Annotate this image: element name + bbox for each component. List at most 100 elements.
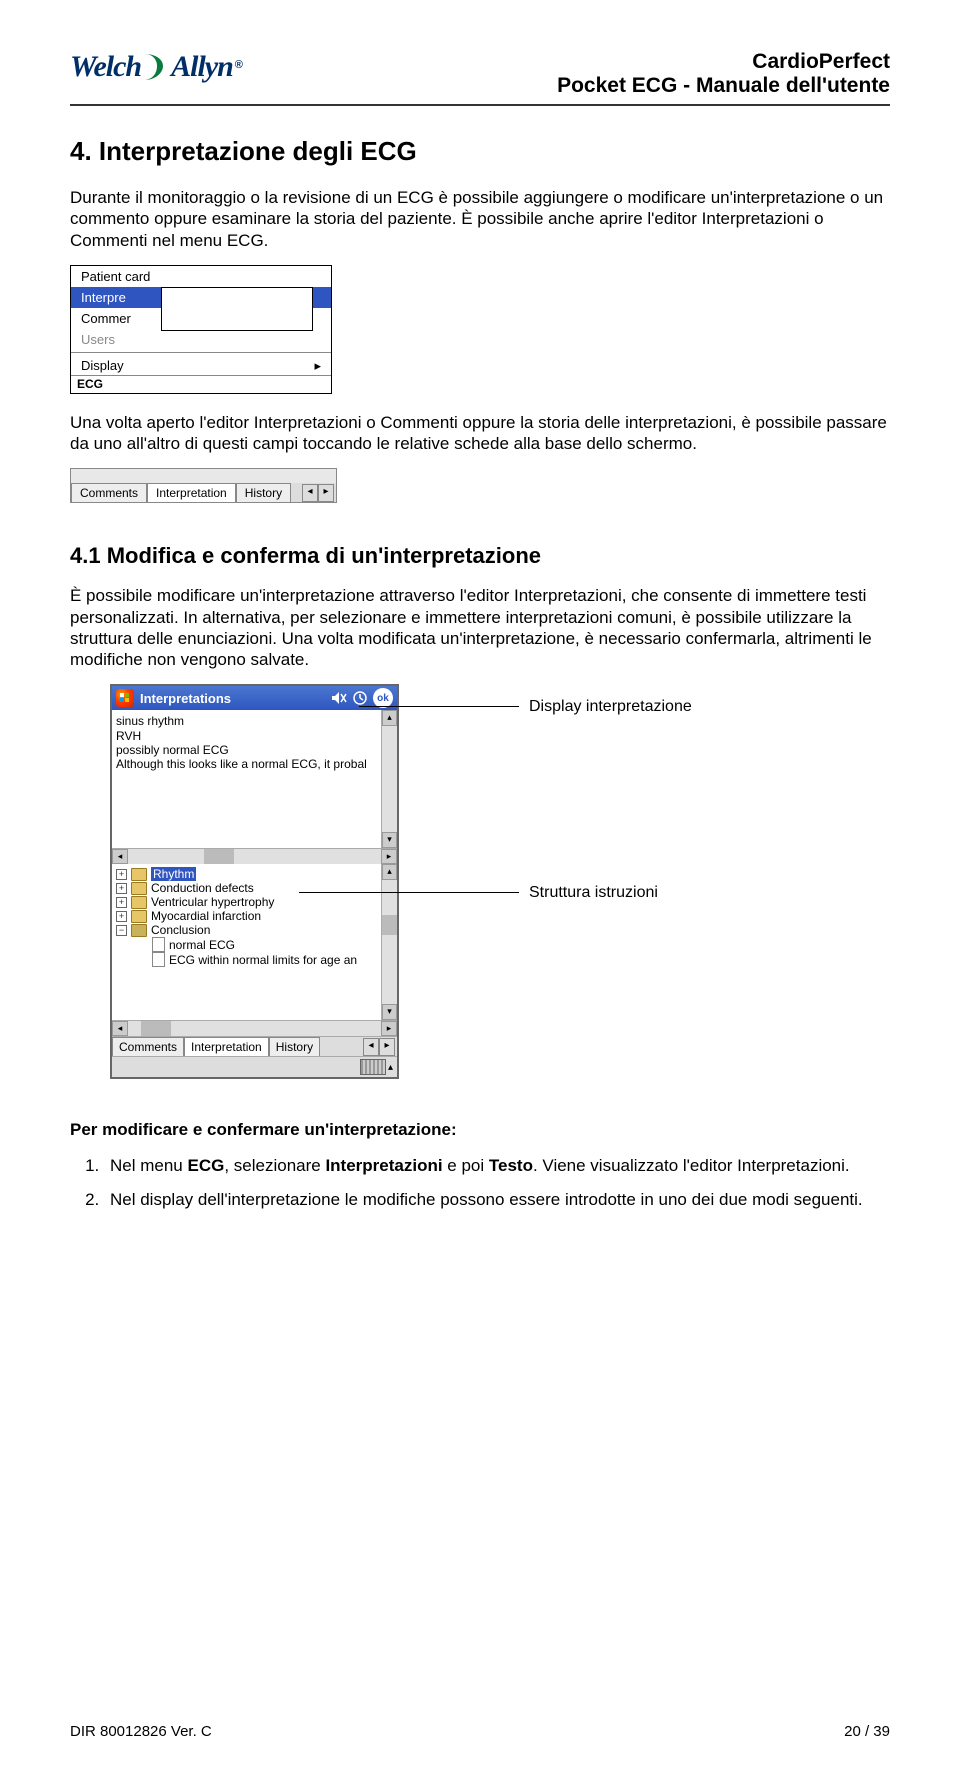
pda-tab-history[interactable]: History — [269, 1037, 320, 1056]
hscroll-thumb[interactable] — [204, 849, 234, 864]
hscroll-track[interactable] — [128, 849, 381, 864]
logo-text-right: Allyn — [171, 50, 233, 84]
scroll-thumb[interactable] — [382, 915, 397, 935]
tree-item-conclusion[interactable]: − Conclusion — [114, 923, 395, 937]
logo: Welch Allyn ® — [70, 50, 243, 84]
pda-title-text: Interpretations — [140, 691, 231, 706]
tree-leaf-normal[interactable]: normal ECG — [114, 937, 395, 952]
instruction-heading: Per modificare e confermare un'interpret… — [70, 1119, 890, 1140]
instruction-list: Nel menu ECG, selezionare Interpretazion… — [70, 1155, 890, 1213]
pda-bottombar: ▴ — [112, 1056, 397, 1077]
pda-figure: Interpretations ok sinus rhythm RVH poss… — [70, 684, 890, 1079]
interpretation-textarea[interactable]: sinus rhythm RVH possibly normal ECG Alt… — [112, 710, 397, 848]
menu-display[interactable]: Display ▸ — [71, 355, 331, 376]
tree-item-rhythm[interactable]: + Rhythm — [114, 867, 395, 881]
textarea-vscroll[interactable]: ▴ ▾ — [381, 710, 397, 848]
scroll-up-icon[interactable]: ▴ — [382, 710, 397, 726]
scroll-up-icon[interactable]: ▴ — [382, 864, 397, 880]
menu-patient-card[interactable]: Patient card — [71, 266, 331, 287]
start-flag-icon[interactable] — [116, 689, 134, 707]
instruction-step-1: Nel menu ECG, selezionare Interpretazion… — [104, 1155, 890, 1178]
hscroll-thumb[interactable] — [141, 1021, 171, 1036]
folder-open-icon — [131, 924, 147, 937]
chevron-left-icon[interactable]: ◂ — [302, 484, 318, 502]
subsection-heading: 4.1 Modifica e conferma di un'interpreta… — [70, 543, 890, 569]
doc-title-line2: Pocket ECG - Manuale dell'utente — [557, 74, 890, 98]
expand-icon[interactable]: + — [116, 869, 127, 880]
chevron-left-icon[interactable]: ◂ — [363, 1038, 379, 1056]
menu-ecg-tab[interactable]: ECG — [71, 375, 331, 392]
pda-tab-spinner[interactable]: ◂ ▸ — [363, 1038, 395, 1056]
file-icon — [152, 952, 165, 967]
tab-interpretation[interactable]: Interpretation — [147, 483, 236, 502]
folder-icon — [131, 882, 147, 895]
menu-interpretation[interactable]: Interpre Interpretation History — [71, 287, 331, 308]
chevron-up-icon[interactable]: ▴ — [388, 1062, 393, 1073]
tree-hscroll[interactable]: ◂ ▸ — [112, 1020, 397, 1036]
scroll-left-icon[interactable]: ◂ — [112, 1021, 128, 1036]
tree-vscroll[interactable]: ▴ ▾ — [381, 864, 397, 1020]
interpretation-submenu: Interpretation History — [161, 287, 313, 331]
ok-button[interactable]: ok — [373, 688, 393, 708]
instruction-step-2: Nel display dell'interpretazione le modi… — [104, 1189, 890, 1212]
submenu-interpretation[interactable]: Interpretation — [162, 288, 312, 309]
pda-tab-comments[interactable]: Comments — [112, 1037, 184, 1056]
pda-tabs: Comments Interpretation History ◂ ▸ — [112, 1036, 397, 1056]
expand-icon[interactable]: + — [116, 897, 127, 908]
collapse-icon[interactable]: − — [116, 925, 127, 936]
menu-separator — [71, 352, 331, 353]
expand-icon[interactable]: + — [116, 911, 127, 922]
chevron-right-icon[interactable]: ▸ — [318, 484, 334, 502]
folder-icon — [131, 896, 147, 909]
scroll-right-icon[interactable]: ▸ — [381, 849, 397, 864]
file-icon — [152, 937, 165, 952]
footer-page-number: 20 / 39 — [844, 1723, 890, 1740]
callout-line — [359, 706, 519, 707]
tab-spinner[interactable]: ◂ ▸ — [302, 484, 334, 502]
scroll-track[interactable] — [382, 935, 397, 1004]
tree-item-myocardial[interactable]: + Myocardial infarction — [114, 909, 395, 923]
para-tabs-explain: Una volta aperto l'editor Interpretazion… — [70, 412, 890, 455]
pda-titlebar: Interpretations ok — [112, 686, 397, 710]
pda-window: Interpretations ok sinus rhythm RVH poss… — [110, 684, 399, 1079]
expand-icon[interactable]: + — [116, 883, 127, 894]
scroll-right-icon[interactable]: ▸ — [381, 1021, 397, 1036]
logo-registered-icon: ® — [235, 59, 243, 71]
menu-display-label: Display — [81, 358, 124, 373]
scroll-left-icon[interactable]: ◂ — [112, 849, 128, 864]
page-footer: DIR 80012826 Ver. C 20 / 39 — [70, 1723, 890, 1740]
ta-line: RVH — [116, 729, 393, 743]
callouts: Display interpretazione Struttura istruz… — [409, 684, 410, 1079]
scroll-down-icon[interactable]: ▾ — [382, 832, 397, 848]
logo-text-left: Welch — [70, 50, 141, 84]
keyboard-icon[interactable] — [360, 1059, 386, 1075]
menu-interpretation-label-short: Interpre — [81, 290, 126, 305]
tree-leaf-within[interactable]: ECG within normal limits for age an — [114, 952, 395, 967]
callout-structure: Struttura istruzioni — [529, 884, 658, 902]
logo-swoosh-icon — [143, 52, 169, 82]
scroll-track[interactable] — [382, 880, 397, 915]
textarea-hscroll[interactable]: ◂ ▸ — [112, 848, 397, 864]
chevron-right-icon[interactable]: ▸ — [379, 1038, 395, 1056]
submenu-history[interactable]: History — [162, 309, 312, 330]
footer-doc-id: DIR 80012826 Ver. C — [70, 1723, 212, 1740]
pda-tab-interpretation[interactable]: Interpretation — [184, 1037, 269, 1056]
doc-title-line1: CardioPerfect — [557, 50, 890, 74]
tab-comments[interactable]: Comments — [71, 483, 147, 502]
ta-line: Although this looks like a normal ECG, i… — [116, 757, 393, 771]
hscroll-track[interactable] — [128, 1021, 381, 1036]
chevron-right-icon: ▸ — [314, 358, 321, 374]
callout-line — [299, 892, 519, 893]
scroll-down-icon[interactable]: ▾ — [382, 1004, 397, 1020]
ta-line: possibly normal ECG — [116, 743, 393, 757]
tab-history[interactable]: History — [236, 483, 291, 502]
clock-icon[interactable] — [353, 691, 367, 705]
statement-tree[interactable]: + Rhythm + Conduction defects + Ventricu… — [112, 864, 397, 1020]
folder-icon — [131, 910, 147, 923]
doc-title: CardioPerfect Pocket ECG - Manuale dell'… — [557, 50, 890, 98]
mute-icon[interactable] — [331, 691, 347, 705]
subsection-para: È possibile modificare un'interpretazion… — [70, 585, 890, 670]
ta-line: sinus rhythm — [116, 714, 393, 728]
tree-item-ventricular[interactable]: + Ventricular hypertrophy — [114, 895, 395, 909]
scroll-track[interactable] — [382, 726, 397, 832]
